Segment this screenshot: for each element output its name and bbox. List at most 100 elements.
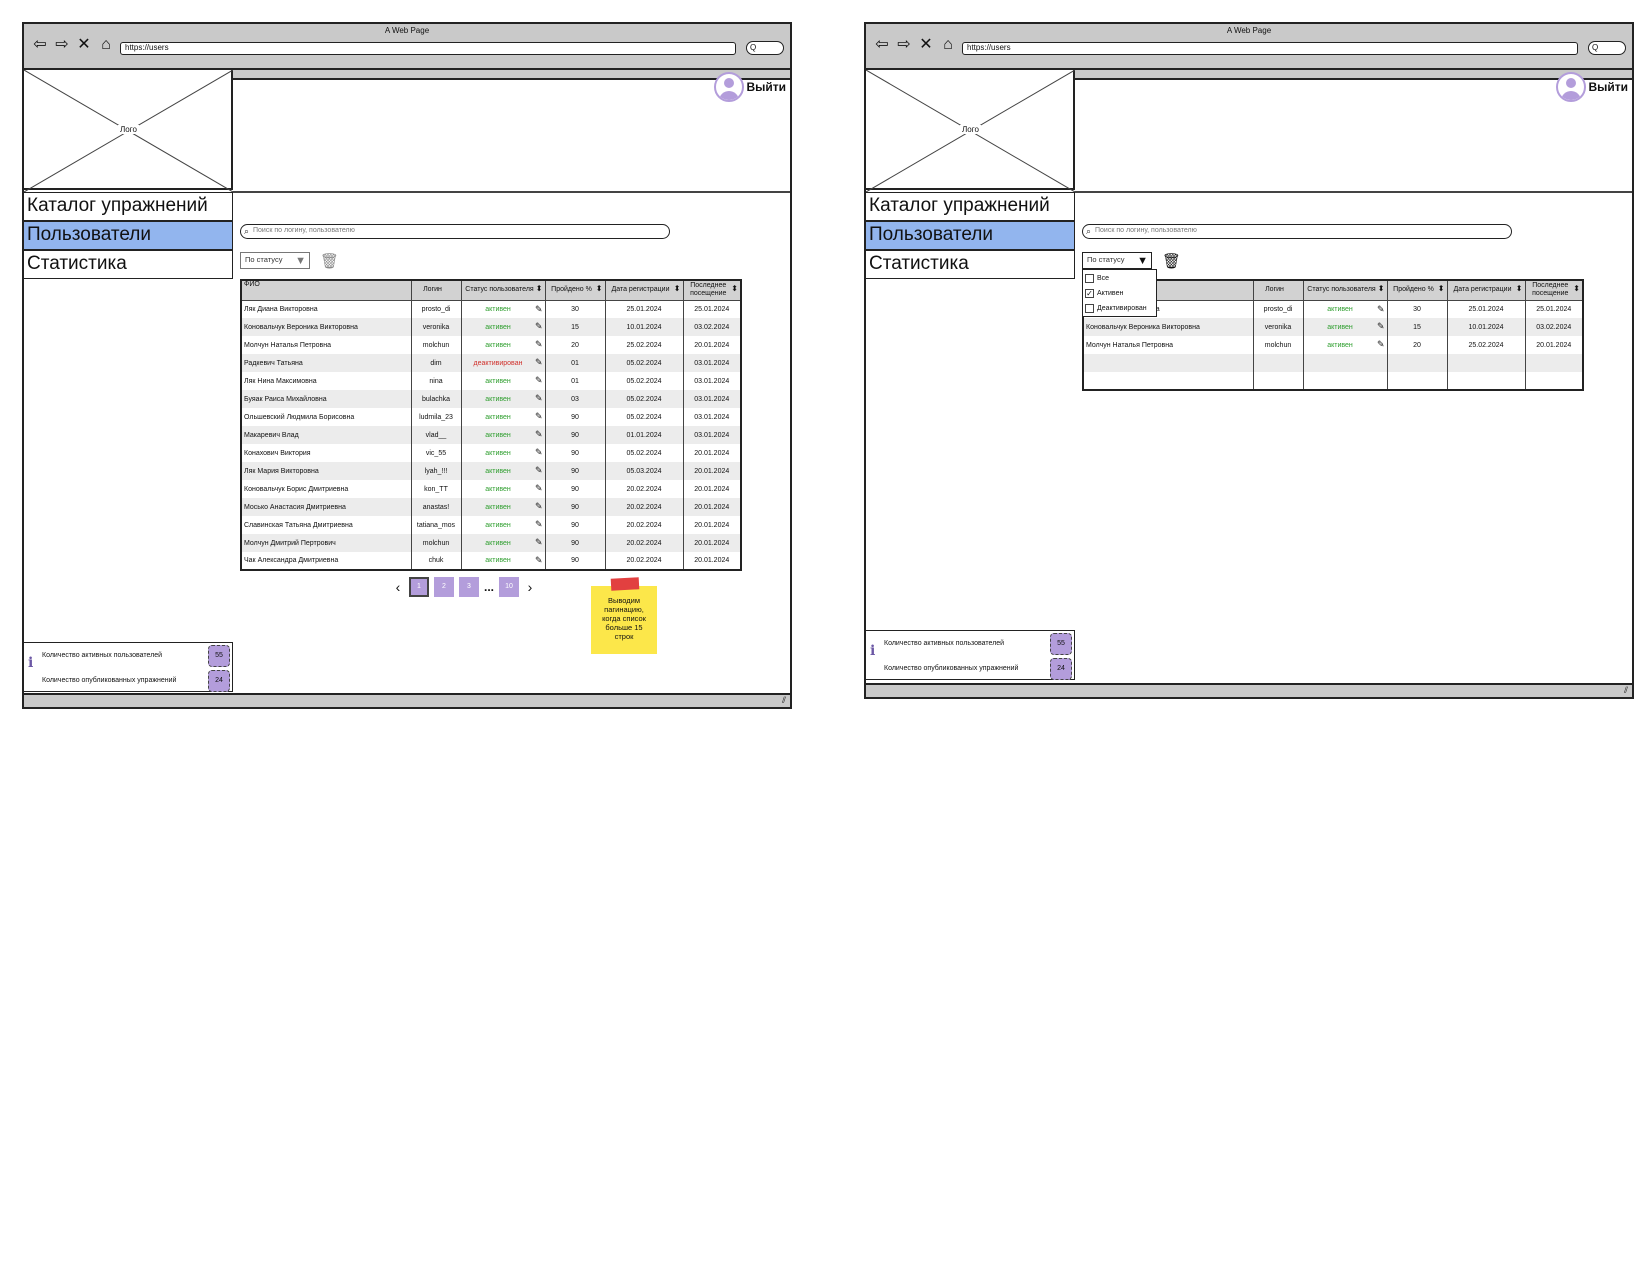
sidebar-item-catalog[interactable]: Каталог упражнений bbox=[24, 192, 233, 221]
url-bar[interactable]: https://users bbox=[962, 42, 1578, 55]
sort-icon[interactable]: ⬍ bbox=[1573, 285, 1580, 293]
resize-grip-icon[interactable]: ⫽ bbox=[1624, 685, 1628, 696]
browser-search-box[interactable]: Q bbox=[746, 41, 784, 55]
col-header-done[interactable]: Пройдено % ⬍ bbox=[544, 279, 606, 301]
next-page-button[interactable]: › bbox=[524, 579, 536, 595]
table-row[interactable]: Ляк Мария Викторовна lyah_!!! активен ✎ 90 05… bbox=[240, 462, 742, 480]
trash-icon[interactable]: 🗑 bbox=[320, 252, 339, 270]
sidebar-item-catalog[interactable]: Каталог упражнений bbox=[866, 192, 1075, 221]
edit-pencil-icon[interactable]: ✎ bbox=[535, 393, 543, 404]
logout-link[interactable]: Выйти bbox=[746, 80, 786, 94]
page-button-3[interactable]: 3 bbox=[459, 577, 479, 597]
close-icon[interactable]: ✕ bbox=[76, 36, 92, 54]
table-row[interactable]: Славинская Татьяна Дмитриевна tatiana_mos… bbox=[240, 516, 742, 534]
edit-pencil-icon[interactable]: ✎ bbox=[1377, 321, 1385, 332]
table-row[interactable]: Чак Александра Дмитриевна chuk активен ✎ 90 2… bbox=[240, 552, 742, 570]
col-header-registered[interactable]: Дата регистрации ⬍ bbox=[604, 279, 684, 301]
table-row[interactable]: Молчун Дмитрий Пертрович molchun активен ✎ 9… bbox=[240, 534, 742, 552]
close-icon[interactable]: ✕ bbox=[918, 36, 934, 54]
sidebar-item-statistics[interactable]: Статистика bbox=[24, 250, 233, 279]
search-input[interactable]: ⌕ Поиск по логину, пользователю bbox=[1082, 224, 1512, 239]
status-filter-select[interactable]: По статусу ▼ bbox=[1082, 252, 1152, 269]
edit-pencil-icon[interactable]: ✎ bbox=[535, 375, 543, 386]
table-row[interactable]: Ляк Диана Викторовнаprosto_diактивен✎302… bbox=[1082, 300, 1584, 318]
status-filter-select[interactable]: По статусу ▼ bbox=[240, 252, 310, 269]
sort-icon[interactable]: ⬍ bbox=[674, 285, 681, 293]
edit-pencil-icon[interactable]: ✎ bbox=[535, 304, 543, 315]
sort-icon[interactable]: ⬍ bbox=[1516, 285, 1523, 293]
col-header-done[interactable]: Пройдено % ⬍ bbox=[1386, 279, 1448, 301]
resize-grip-icon[interactable]: ⫽ bbox=[782, 695, 786, 706]
url-bar[interactable]: https://users bbox=[120, 42, 736, 55]
edit-pencil-icon[interactable]: ✎ bbox=[535, 447, 543, 458]
edit-pencil-icon[interactable]: ✎ bbox=[1377, 339, 1385, 350]
sort-icon[interactable]: ⬍ bbox=[536, 285, 543, 293]
user-avatar-icon[interactable] bbox=[1556, 72, 1587, 102]
table-row[interactable]: Мосько Анастасия Дмитриевна anastas! актив… bbox=[240, 498, 742, 516]
user-menu[interactable]: Выйти bbox=[714, 72, 786, 102]
back-icon[interactable]: ⇦ bbox=[32, 36, 48, 54]
checkbox-checked[interactable]: ✓ bbox=[1085, 289, 1094, 298]
forward-icon[interactable]: ⇨ bbox=[54, 36, 70, 54]
edit-pencil-icon[interactable]: ✎ bbox=[535, 321, 543, 332]
home-icon[interactable]: ⌂ bbox=[98, 36, 114, 54]
logout-link[interactable]: Выйти bbox=[1588, 80, 1628, 94]
prev-page-button[interactable]: ‹ bbox=[392, 579, 404, 595]
table-row[interactable]: Ляк Нина Максимовна nina активен ✎ 01 05.02.2… bbox=[240, 372, 742, 390]
table-row[interactable]: Коновальчук Вероника Викторовна veronika а… bbox=[1082, 318, 1584, 336]
table-row[interactable]: Макаревич Влад vlad__ активен ✎ 90 01.01.2024… bbox=[240, 426, 742, 444]
checkbox[interactable] bbox=[1085, 304, 1094, 313]
col-header-fio[interactable]: ФИО bbox=[240, 279, 412, 301]
edit-pencil-icon[interactable]: ✎ bbox=[535, 483, 543, 494]
col-header-registered[interactable]: Дата регистрации ⬍ bbox=[1446, 279, 1526, 301]
user-menu[interactable]: Выйти bbox=[1556, 72, 1628, 102]
sidebar-item-statistics[interactable]: Статистика bbox=[866, 250, 1075, 279]
home-icon[interactable]: ⌂ bbox=[940, 36, 956, 54]
filter-option-deactivated[interactable]: Деактивирован bbox=[1083, 302, 1156, 315]
trash-icon[interactable]: 🗑 bbox=[1162, 252, 1181, 270]
table-row[interactable]: Коновальчук Вероника Викторовна veronika а… bbox=[240, 318, 742, 336]
sort-icon[interactable]: ⬍ bbox=[1378, 285, 1385, 293]
back-icon[interactable]: ⇦ bbox=[874, 36, 890, 54]
table-row[interactable]: Коновальчук Борис Дмитриевна kon_TT активе… bbox=[240, 480, 742, 498]
col-header-last-visit[interactable]: Последнее посещение ⬍ bbox=[1524, 279, 1584, 301]
edit-pencil-icon[interactable]: ✎ bbox=[1377, 304, 1385, 315]
edit-pencil-icon[interactable]: ✎ bbox=[535, 339, 543, 350]
edit-pencil-icon[interactable]: ✎ bbox=[535, 519, 543, 530]
col-header-last-visit[interactable]: Последнее посещение ⬍ bbox=[682, 279, 742, 301]
filter-option-active[interactable]: ✓ Активен bbox=[1083, 287, 1156, 300]
sidebar-item-users[interactable]: Пользователи bbox=[24, 221, 233, 250]
edit-pencil-icon[interactable]: ✎ bbox=[535, 429, 543, 440]
edit-pencil-icon[interactable]: ✎ bbox=[535, 555, 543, 566]
col-header-login[interactable]: Логин bbox=[1252, 279, 1304, 301]
edit-pencil-icon[interactable]: ✎ bbox=[535, 501, 543, 512]
page-button-2[interactable]: 2 bbox=[434, 577, 454, 597]
table-row[interactable]: Радкевич Татьяна dim деактивирован ✎ 01 05.02… bbox=[240, 354, 742, 372]
edit-pencil-icon[interactable]: ✎ bbox=[535, 357, 543, 368]
table-row[interactable]: Молчун Наталья Петровна molchun активен ✎ 20… bbox=[1082, 336, 1584, 354]
col-header-status[interactable]: Статус пользователя ⬍ bbox=[460, 279, 546, 301]
col-header-login[interactable]: Логин bbox=[410, 279, 462, 301]
forward-icon[interactable]: ⇨ bbox=[896, 36, 912, 54]
sort-icon[interactable]: ⬍ bbox=[596, 285, 603, 293]
checkbox[interactable] bbox=[1085, 274, 1094, 283]
browser-search-box[interactable]: Q bbox=[1588, 41, 1626, 55]
sidebar-item-users[interactable]: Пользователи bbox=[866, 221, 1075, 250]
search-input[interactable]: ⌕ Поиск по логину, пользователю bbox=[240, 224, 670, 239]
table-row[interactable]: Конахович Виктория vic_55 активен ✎ 90 05.02.… bbox=[240, 444, 742, 462]
cell-registered: 05.02.2024 bbox=[604, 354, 684, 372]
filter-option-all[interactable]: Все bbox=[1083, 272, 1156, 285]
page-button-10[interactable]: 10 bbox=[499, 577, 520, 597]
sort-icon[interactable]: ⬍ bbox=[1438, 285, 1445, 293]
table-row[interactable]: Ляк Диана Викторовнаprosto_diактивен✎302… bbox=[240, 300, 742, 318]
edit-pencil-icon[interactable]: ✎ bbox=[535, 537, 543, 548]
col-header-status[interactable]: Статус пользователя ⬍ bbox=[1302, 279, 1388, 301]
sort-icon[interactable]: ⬍ bbox=[731, 285, 738, 293]
edit-pencil-icon[interactable]: ✎ bbox=[535, 465, 543, 476]
table-row[interactable]: Молчун Наталья Петровна molchun активен ✎ 20… bbox=[240, 336, 742, 354]
user-avatar-icon[interactable] bbox=[714, 72, 745, 102]
edit-pencil-icon[interactable]: ✎ bbox=[535, 411, 543, 422]
table-row[interactable]: Ольшевский Людмила Борисовна ludmila_23 ак… bbox=[240, 408, 742, 426]
table-row[interactable]: Буяак Раиса Михайловна bulachka активен ✎ 03… bbox=[240, 390, 742, 408]
page-button-1[interactable]: 1 bbox=[409, 577, 429, 597]
